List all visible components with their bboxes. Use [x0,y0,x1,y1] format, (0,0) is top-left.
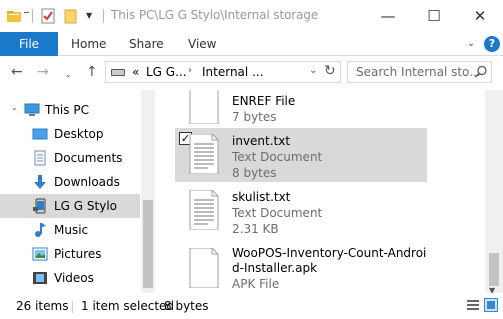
file-type: Text Document [232,150,323,164]
nav-item-label: Desktop [54,127,104,141]
file-list-scrollbar[interactable]: ▼ [485,90,503,295]
address-segment-storage[interactable]: Internal ... [202,65,264,79]
pictures-icon [32,247,48,261]
phone-icon [33,198,46,214]
nav-item-this-pc[interactable]: ⌄ This PC [0,98,140,122]
file-item-woopos-apk[interactable]: WooPOS-Inventory-Count-Androi d-Installe… [175,242,427,293]
file-size: 2.31 KB [232,222,279,236]
system-menu-dash [24,12,29,13]
file-size: 8 bytes [232,166,277,180]
nav-item-desktop[interactable]: Desktop [0,122,140,146]
nav-pane-scroll-thumb[interactable] [143,200,153,288]
file-list-scroll-thumb[interactable] [489,253,499,286]
apk-file-icon [189,248,219,288]
file-item-enref[interactable]: ENREF File 7 bytes [175,90,427,124]
refresh-icon[interactable]: ↻ [324,63,336,79]
maximize-icon: ☐ [427,7,441,25]
nav-item-label: Pictures [54,247,102,261]
tab-view[interactable]: View [188,37,216,51]
address-bar[interactable]: « LG G... › Internal ... ⌄ [105,61,341,83]
downloads-icon [34,175,46,189]
desktop-icon [32,128,48,140]
address-overflow[interactable]: « [132,65,139,79]
nav-item-label: Videos [54,271,94,285]
address-chevron-icon[interactable]: › [188,65,192,76]
nav-item-music[interactable]: Music [0,218,140,242]
back-arrow-icon[interactable]: ← [11,64,23,80]
window-title: This PC\LG G Stylo\Internal storage [111,8,319,22]
status-bar: 26 items 1 item selected 8 bytes [0,293,503,319]
music-icon [35,223,46,237]
nav-item-label: LG G Stylo [54,199,118,213]
minimize-button[interactable]: — [365,0,411,32]
nav-item-label: This PC [45,103,89,117]
file-name: ENREF File [232,94,296,108]
nav-item-pictures[interactable]: Pictures [0,242,140,266]
nav-pane-scrollbar[interactable] [141,90,155,293]
selection-count: 1 item selected [81,299,175,313]
documents-icon [34,150,46,166]
file-type: Text Document [232,206,323,220]
nav-item-videos[interactable]: Videos [0,266,140,290]
address-dropdown-icon[interactable]: ⌄ [309,65,317,76]
navigation-pane: ⌄ This PC Desktop Documents Downloads LG… [0,90,155,293]
status-separator [72,301,73,313]
folder-app-icon[interactable] [6,8,22,24]
help-icon[interactable]: ? [484,36,500,52]
search-box[interactable]: Search Internal sto... [347,61,492,83]
file-name: skulist.txt [232,190,291,204]
search-icon [474,65,487,78]
videos-icon [33,272,47,284]
nav-item-label: Documents [54,151,123,165]
file-name: invent.txt [232,134,291,148]
file-size: 7 bytes [232,110,277,124]
address-segment-device[interactable]: LG G... [146,65,187,79]
tab-file[interactable]: File [0,32,58,56]
drive-icon [111,69,125,76]
file-icon [189,90,219,124]
nav-item-label: Music [54,223,89,237]
nav-item-documents[interactable]: Documents [0,146,140,170]
title-bar: ▼ This PC\LG G Stylo\Internal storage — … [0,0,503,32]
nav-item-label: Downloads [54,175,120,189]
close-icon: ✕ [473,7,487,25]
file-item-invent[interactable]: ✓ invent.txt Text Document 8 bytes [175,128,427,182]
expand-ribbon-icon[interactable]: ⌄ [463,36,479,52]
item-count: 26 items [16,299,69,313]
tab-home[interactable]: Home [71,37,106,51]
quick-access-separator [32,9,33,23]
file-item-skulist[interactable]: skulist.txt Text Document 2.31 KB [175,184,427,238]
details-view-icon[interactable] [466,298,480,312]
title-separator [103,9,104,23]
close-button[interactable]: ✕ [457,0,503,32]
search-input[interactable]: Search Internal sto... [356,65,481,79]
customize-quick-access-icon[interactable]: ▼ [86,11,92,20]
selection-size: 8 bytes [164,299,209,313]
recent-locations-icon[interactable]: ⌄ [65,67,72,83]
nav-item-lg-g-stylo[interactable]: LG G Stylo [0,194,140,218]
up-arrow-icon[interactable]: ↑ [86,64,98,80]
minimize-icon: — [380,7,396,25]
ribbon-tabs: File Home Share View ⌄ ? [0,32,503,56]
forward-arrow-icon[interactable]: → [37,64,49,80]
large-icons-view-icon[interactable] [484,298,498,312]
nav-item-downloads[interactable]: Downloads [0,170,140,194]
collapse-chevron-icon[interactable]: ⌄ [11,103,18,112]
properties-icon[interactable] [40,8,56,24]
file-name: WooPOS-Inventory-Count-Androi [232,246,427,260]
text-document-icon [189,134,219,174]
tab-share[interactable]: Share [129,37,164,51]
new-folder-icon[interactable] [63,8,79,24]
file-name-continued: d-Installer.apk [232,261,318,275]
text-document-icon [189,190,219,230]
file-list: ENREF File 7 bytes ✓ invent.txt Text Doc… [155,90,485,293]
file-type: APK File [232,277,280,291]
computer-icon [24,103,40,116]
maximize-button[interactable]: ☐ [411,0,457,32]
